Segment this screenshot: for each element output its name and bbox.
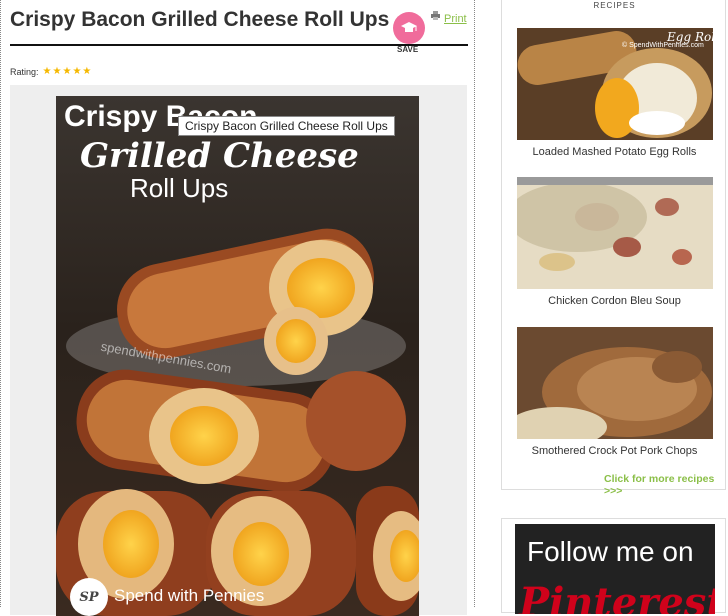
pinterest-follow-widget[interactable]: Follow me on Pinterest (501, 518, 726, 614)
star-icon: ★ (62, 66, 72, 77)
star-icon: ★ (42, 66, 52, 77)
sidebar-item-soup-thumbnail[interactable] (517, 177, 713, 289)
image-tooltip: Crispy Bacon Grilled Cheese Roll Ups (178, 116, 395, 136)
graduation-cap-icon (401, 22, 417, 32)
printer-icon[interactable] (431, 11, 440, 20)
egg-rolls-photo-credit: © SpendWithPennies.com (622, 41, 704, 49)
brand-text: Spend with Pennies (114, 586, 265, 605)
title-divider (10, 44, 468, 46)
rating-label: Rating: (10, 66, 39, 77)
star-icon: ★ (52, 66, 62, 77)
rating: Rating: ★★★★★ (10, 66, 91, 77)
sidebar-item-pork-chops-thumbnail[interactable] (517, 327, 713, 439)
egg-rolls-photo: Egg Rolls © SpendWithPennies.com (517, 28, 713, 140)
sidebar-item-label[interactable]: Smothered Crock Pot Pork Chops (502, 445, 727, 457)
more-recipes-link[interactable]: Click for more recipes >>> (604, 473, 725, 497)
star-icon: ★ (72, 66, 82, 77)
pork-chops-photo (517, 327, 713, 439)
print-link[interactable]: Print (444, 13, 467, 25)
follow-text: Follow me on (527, 536, 694, 567)
sidebar-item-egg-rolls-thumbnail[interactable]: Egg Rolls © SpendWithPennies.com (517, 28, 713, 140)
sidebar-heading: RECIPES (593, 1, 636, 10)
save-label[interactable]: SAVE (397, 45, 418, 54)
recipe-title: Crispy Bacon Grilled Cheese Roll Ups (10, 8, 390, 31)
save-button[interactable] (393, 12, 425, 44)
pinterest-banner[interactable]: Follow me on Pinterest (515, 524, 715, 614)
soup-photo (517, 177, 713, 289)
photo-title-line3: Roll Ups (130, 173, 229, 203)
sidebar-item-label[interactable]: Loaded Mashed Potato Egg Rolls (502, 146, 727, 158)
sidebar-item-label[interactable]: Chicken Cordon Bleu Soup (502, 295, 727, 307)
star-icon: ★ (82, 66, 92, 77)
brand-logo: SP (70, 578, 108, 616)
pinterest-text: Pinterest (519, 579, 715, 614)
recipes-sidebar: RECIPES Egg Rolls © SpendWithPennies.com… (501, 0, 727, 497)
photo-title-line2: Grilled Cheese (80, 136, 359, 176)
rating-stars: ★★★★★ (42, 66, 92, 77)
